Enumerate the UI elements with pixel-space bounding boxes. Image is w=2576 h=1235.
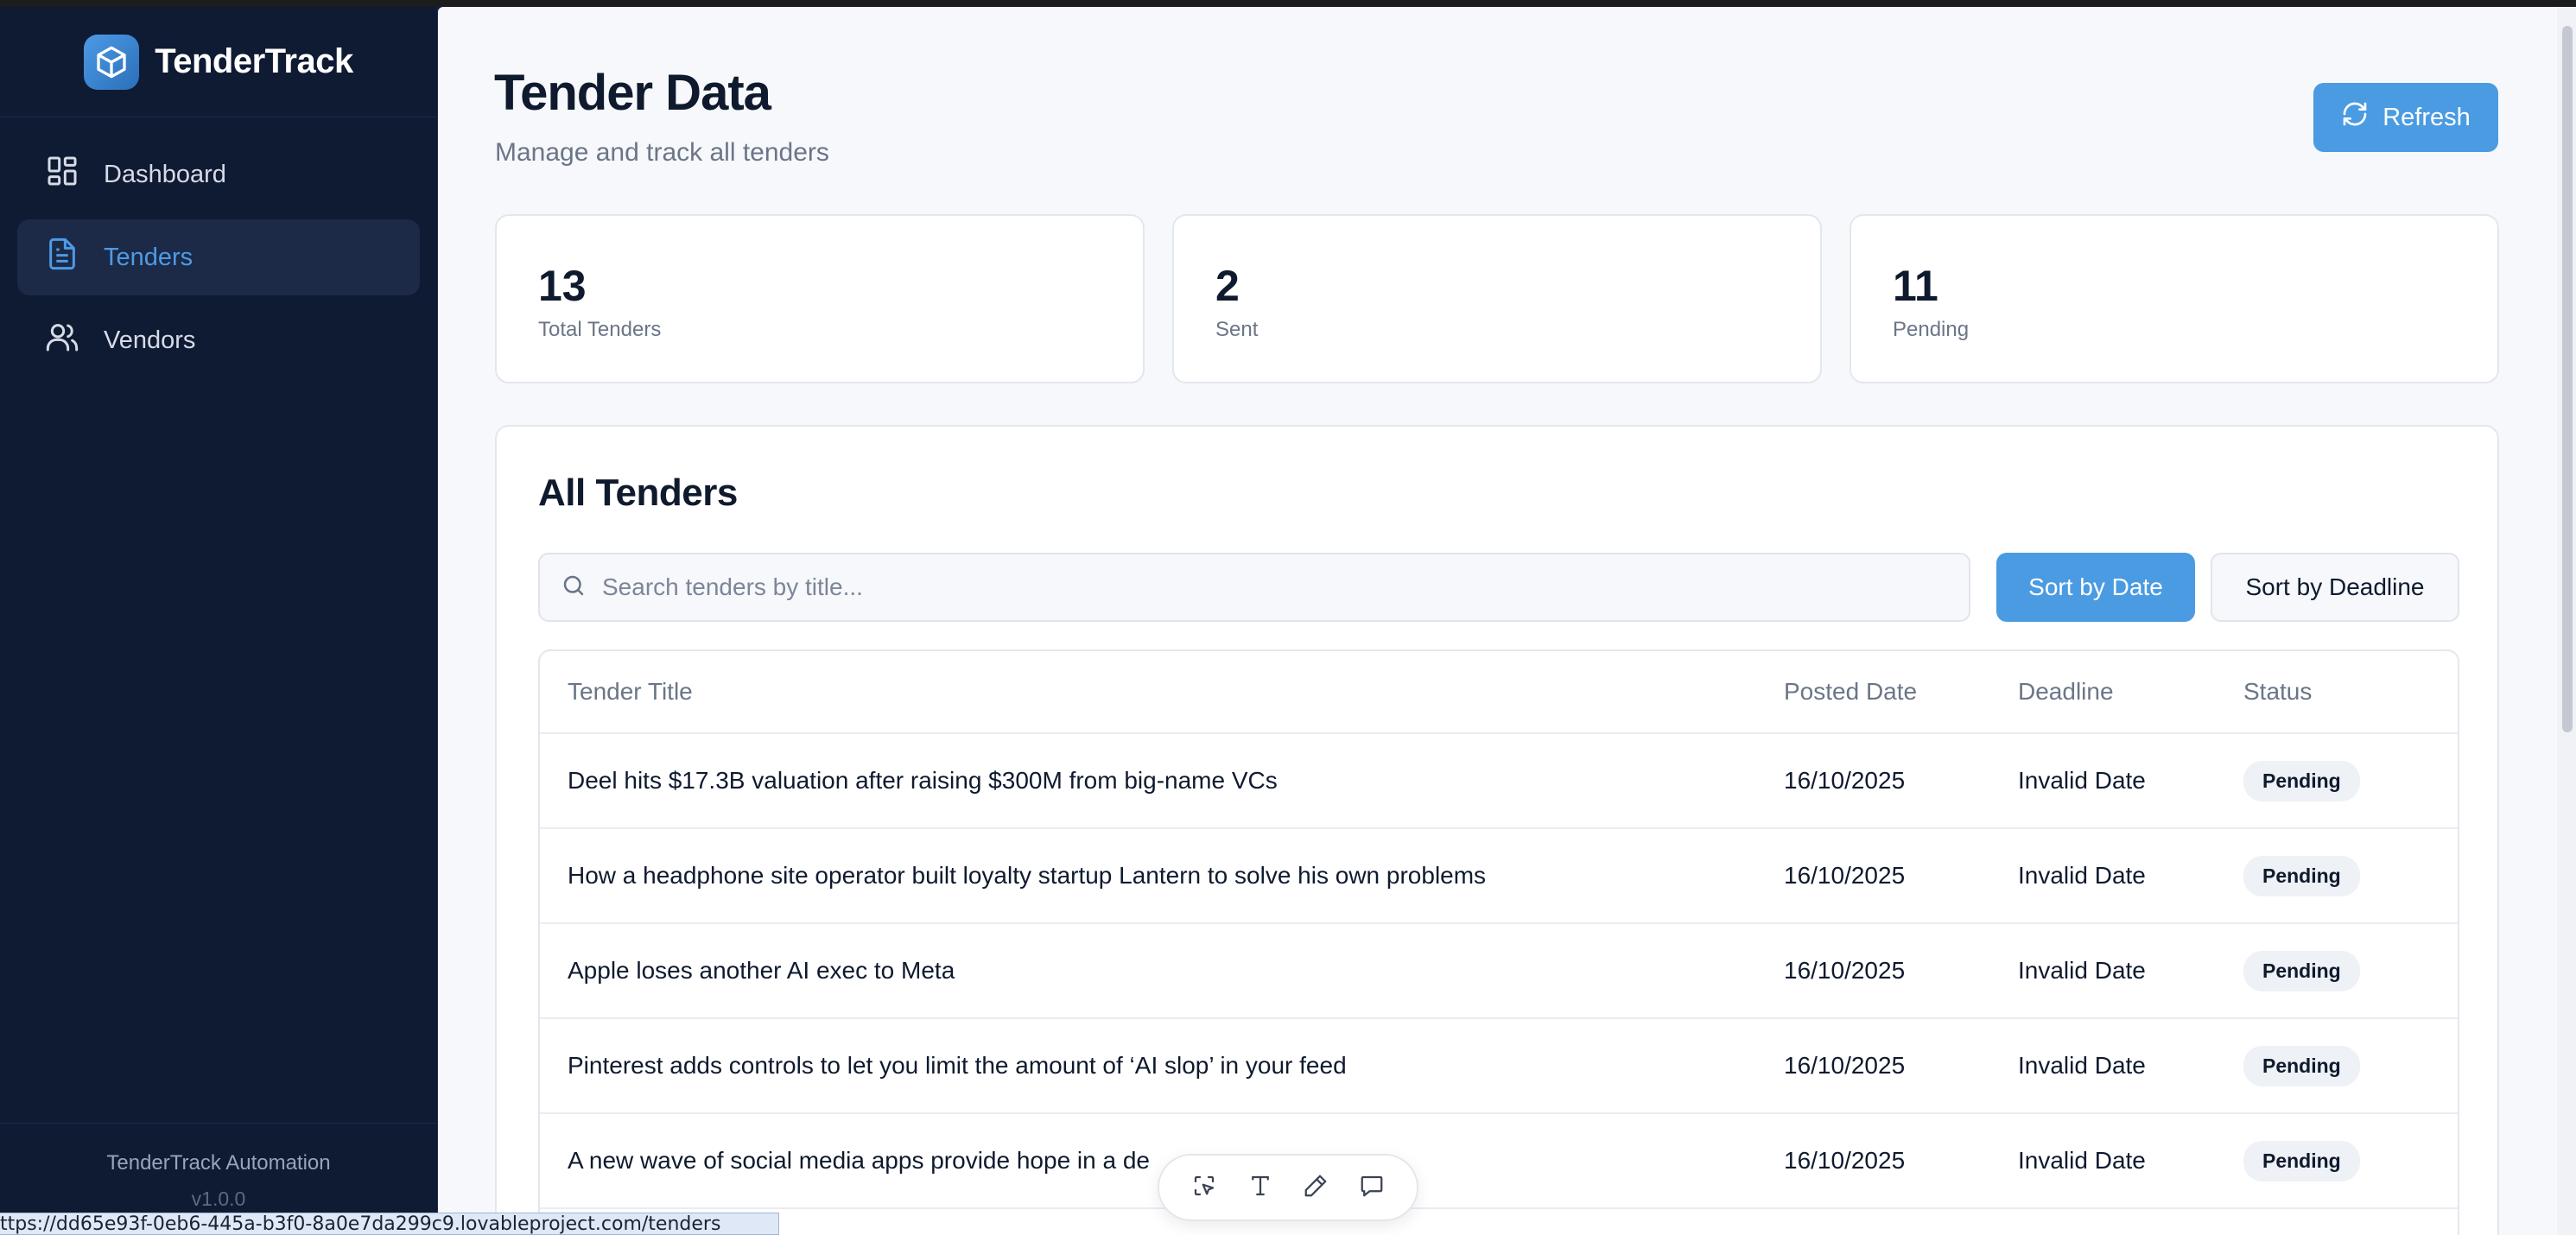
- posted-date: 16/10/2025: [1784, 1052, 1906, 1079]
- sidebar: TenderTrack Dashboard Tenders Vendors Te…: [0, 7, 438, 1235]
- stat-label: Sent: [1215, 318, 1259, 341]
- refresh-label: Refresh: [2382, 103, 2471, 131]
- status-cell: Pending: [2243, 829, 2360, 922]
- status-badge: Pending: [2243, 950, 2360, 991]
- posted-date: 16/10/2025: [1784, 957, 1906, 984]
- sort-by-date-button[interactable]: Sort by Date: [1996, 553, 2195, 622]
- deadline: Invalid Date: [2018, 862, 2146, 889]
- scrollbar-thumb[interactable]: [2562, 26, 2573, 732]
- column-header-posted[interactable]: Posted Date: [1784, 651, 1917, 732]
- sidebar-item-tenders[interactable]: Tenders: [17, 219, 420, 295]
- tenders-table: Tender Title Posted Date Deadline Status…: [538, 649, 2459, 1235]
- tenders-panel: All Tenders Sort by Date Sort by Deadlin…: [495, 425, 2499, 1235]
- deadline: Invalid Date: [2018, 767, 2146, 794]
- posted-date: 16/10/2025: [1784, 862, 1906, 889]
- sidebar-item-vendors[interactable]: Vendors: [17, 302, 420, 378]
- brand[interactable]: TenderTrack: [0, 7, 437, 117]
- stat-value: 13: [538, 262, 587, 310]
- table-row[interactable]: Apple loses another AI exec to Meta 16/1…: [540, 924, 2458, 1019]
- document-icon: [45, 237, 79, 278]
- posted-date: 16/10/2025: [1784, 767, 1906, 794]
- search-input[interactable]: [602, 573, 1969, 601]
- column-header-deadline[interactable]: Deadline: [2018, 651, 2114, 732]
- tender-title: Deel hits $17.3B valuation after raising…: [568, 767, 1278, 794]
- status-badge: Pending: [2243, 1045, 2360, 1086]
- stat-card-pending: 11 Pending: [1850, 214, 2499, 383]
- tender-title: How a headphone site operator built loya…: [568, 862, 1487, 889]
- status-badge: Pending: [2243, 1140, 2360, 1181]
- box-logo-icon: [84, 34, 140, 90]
- search-icon: [561, 573, 587, 603]
- window-top-strip: [0, 0, 2576, 7]
- sidebar-item-label: Vendors: [104, 326, 196, 354]
- stat-value: 2: [1215, 262, 1240, 310]
- table-header-row: Tender Title Posted Date Deadline Status: [540, 651, 2458, 734]
- status-badge: Pending: [2243, 855, 2360, 896]
- table-row[interactable]: How a headphone site operator built loya…: [540, 829, 2458, 924]
- status-cell: Pending: [2243, 924, 2360, 1017]
- status-cell: Pending: [2243, 734, 2360, 827]
- column-header-title[interactable]: Tender Title: [568, 651, 693, 732]
- brand-name: TenderTrack: [155, 42, 353, 80]
- stat-value: 11: [1893, 262, 1938, 310]
- tender-title: Apple loses another AI exec to Meta: [568, 957, 955, 984]
- main-content: Tender Data Manage and track all tenders…: [438, 7, 2576, 1235]
- footer-title: TenderTrack Automation: [106, 1151, 331, 1175]
- stat-card-sent: 2 Sent: [1172, 214, 1822, 383]
- users-icon: [45, 320, 79, 361]
- sidebar-nav: Dashboard Tenders Vendors: [0, 117, 437, 404]
- table-row[interactable]: Deel hits $17.3B valuation after raising…: [540, 734, 2458, 829]
- panel-title: All Tenders: [538, 472, 738, 514]
- refresh-button[interactable]: Refresh: [2313, 83, 2498, 152]
- floating-edit-toolbar: [1158, 1154, 1418, 1221]
- stat-card-total: 13 Total Tenders: [495, 214, 1145, 383]
- deadline: Invalid Date: [2018, 1147, 2146, 1174]
- page-subtitle: Manage and track all tenders: [495, 138, 829, 167]
- status-cell: Pending: [2243, 1114, 2360, 1207]
- table-row[interactable]: Pinterest adds controls to let you limit…: [540, 1019, 2458, 1114]
- posted-date: 16/10/2025: [1784, 1147, 1906, 1174]
- comment-icon[interactable]: [1359, 1173, 1385, 1203]
- refresh-icon: [2341, 100, 2369, 135]
- status-bar-url: ttps://dd65e93f-0eb6-445a-b3f0-8a0e7da29…: [0, 1213, 779, 1235]
- column-header-status[interactable]: Status: [2243, 651, 2312, 732]
- status-cell: Pending: [2243, 1019, 2360, 1112]
- dashboard-grid-icon: [45, 154, 79, 195]
- stat-label: Pending: [1893, 318, 1970, 341]
- table-row[interactable]: A new wave of social media apps provide …: [540, 1114, 2458, 1209]
- deadline: Invalid Date: [2018, 1052, 2146, 1079]
- sidebar-item-dashboard[interactable]: Dashboard: [17, 136, 420, 212]
- text-tool-icon[interactable]: [1247, 1173, 1273, 1203]
- deadline: Invalid Date: [2018, 957, 2146, 984]
- status-badge: Pending: [2243, 760, 2360, 801]
- select-element-icon[interactable]: [1191, 1173, 1217, 1203]
- sidebar-item-label: Dashboard: [104, 160, 226, 188]
- tender-title: A new wave of social media apps provide …: [568, 1147, 1150, 1174]
- search-box: [538, 553, 1970, 622]
- app-version: v1.0.0: [191, 1188, 246, 1210]
- pencil-icon[interactable]: [1303, 1173, 1329, 1203]
- stat-label: Total Tenders: [538, 318, 662, 341]
- sort-by-deadline-button[interactable]: Sort by Deadline: [2211, 553, 2459, 622]
- tender-title: Pinterest adds controls to let you limit…: [568, 1052, 1347, 1079]
- sidebar-item-label: Tenders: [104, 243, 194, 271]
- page-title: Tender Data: [494, 65, 771, 121]
